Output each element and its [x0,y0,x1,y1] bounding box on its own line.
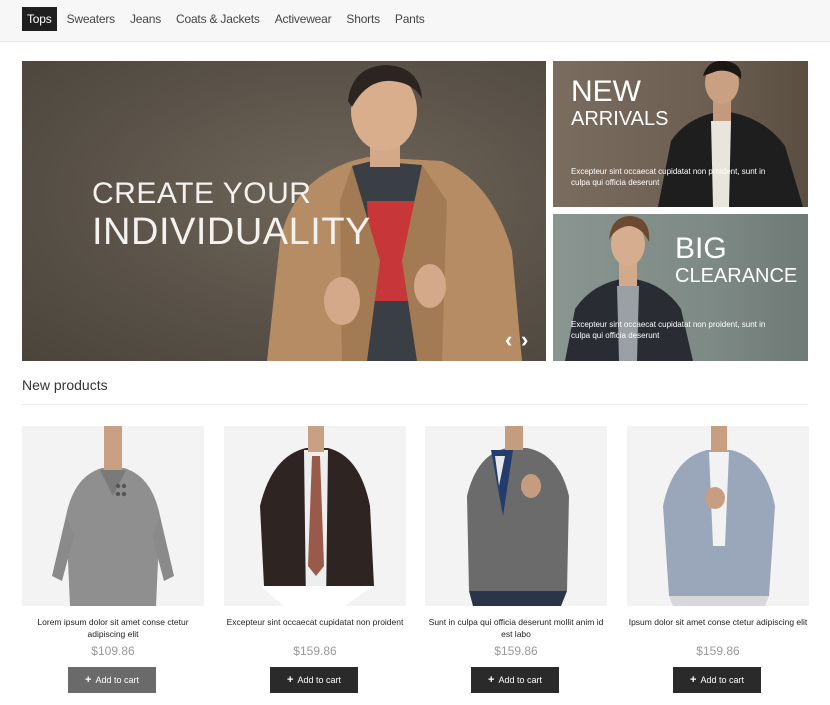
promo-new-arrivals[interactable]: NEW ARRIVALS Excepteur sint occaecat cup… [553,61,808,207]
chevron-right-icon[interactable]: › [521,329,528,351]
nav-items: Tops Sweaters Jeans Coats & Jackets Acti… [22,7,435,31]
product-card: Lorem ipsum dolor sit amet conse ctetur … [22,426,204,696]
product-price: $159.86 [293,644,337,658]
product-image[interactable] [627,426,809,606]
promo-title: BIG CLEARANCE [675,232,798,287]
add-to-cart-label: Add to cart [700,675,744,685]
promo-big-clearance[interactable]: BIG CLEARANCE Excepteur sint occaecat cu… [553,214,808,361]
chevron-left-icon[interactable]: ‹ [505,329,512,351]
hero-headline: CREATE YOUR INDIVIDUALITY [92,177,371,253]
add-to-cart-button[interactable]: + Add to cart [471,667,559,693]
add-to-cart-label: Add to cart [498,675,542,685]
section-divider [22,404,808,405]
product-sweater-image [52,426,174,606]
nav-item-activewear[interactable]: Activewear [270,7,337,31]
nav-item-sweaters[interactable]: Sweaters [62,7,120,31]
hero-slider[interactable]: CREATE YOUR INDIVIDUALITY ‹ › [22,61,546,361]
promo-title-small: ARRIVALS [571,108,669,130]
product-price: $109.86 [91,644,135,658]
hero-headline-line2: INDIVIDUALITY [92,211,371,253]
plus-icon: + [287,674,294,686]
nav-item-coats-jackets[interactable]: Coats & Jackets [171,7,265,31]
nav-item-jeans[interactable]: Jeans [125,7,166,31]
product-card: Sunt in culpa qui officia deserunt molli… [425,426,607,696]
add-to-cart-label: Add to cart [95,675,139,685]
product-name[interactable]: Lorem ipsum dolor sit amet conse ctetur … [22,616,204,640]
add-to-cart-button[interactable]: + Add to cart [68,667,156,693]
add-to-cart-button[interactable]: + Add to cart [270,667,358,693]
plus-icon: + [85,674,92,686]
product-price: $159.86 [696,644,740,658]
promo-title-big: BIG [675,232,727,265]
plus-icon: + [690,674,697,686]
product-image[interactable] [22,426,204,606]
promo-text: Excepteur sint occaecat cupidatat non pr… [571,320,766,340]
nav-item-tops[interactable]: Tops [22,7,57,31]
promo-title: NEW ARRIVALS [571,75,669,130]
product-card: Excepteur sint occaecat cupidatat non pr… [224,426,406,696]
nav-item-shorts[interactable]: Shorts [341,7,384,31]
promo-title-big: NEW [571,75,641,108]
top-navigation: Tops Sweaters Jeans Coats & Jackets Acti… [0,0,830,42]
promo-text: Excepteur sint occaecat cupidatat non pr… [571,167,766,187]
product-name[interactable]: Excepteur sint occaecat cupidatat non pr… [224,616,406,628]
add-to-cart-button[interactable]: + Add to cart [673,667,761,693]
product-blazer-image [260,426,374,606]
nav-item-pants[interactable]: Pants [390,7,430,31]
product-name[interactable]: Sunt in culpa qui officia deserunt molli… [425,616,607,640]
product-name[interactable]: Ipsum dolor sit amet conse ctetur adipis… [627,616,809,628]
section-title: New products [22,377,108,393]
add-to-cart-label: Add to cart [297,675,341,685]
plus-icon: + [488,674,495,686]
product-jacket-image [467,426,569,606]
promo-title-small: CLEARANCE [675,265,798,287]
product-price: $159.86 [494,644,538,658]
product-blue-blazer-image [663,426,775,606]
product-card: Ipsum dolor sit amet conse ctetur adipis… [627,426,809,696]
product-image[interactable] [224,426,406,606]
product-image[interactable] [425,426,607,606]
hero-headline-line1: CREATE YOUR [92,177,312,210]
